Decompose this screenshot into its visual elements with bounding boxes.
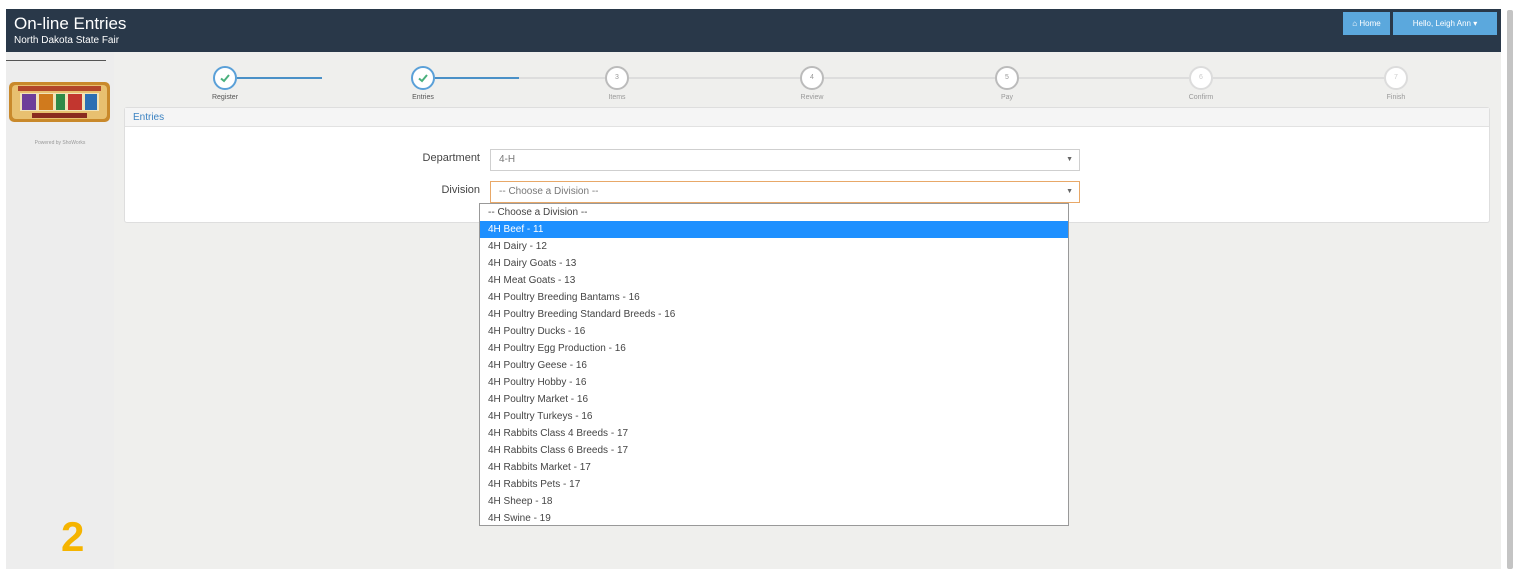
division-option[interactable]: 4H Poultry Breeding Bantams - 16 — [480, 289, 1068, 306]
step-confirm-indicator: 6 — [1189, 66, 1213, 90]
step-register-label: Register — [211, 94, 239, 101]
step-entries-label: Entries — [412, 94, 434, 101]
step-connector — [1213, 77, 1384, 79]
step-review-label: Review — [800, 94, 824, 101]
step-connector — [1019, 77, 1189, 79]
division-select[interactable]: -- Choose a Division -- ▼ — [490, 181, 1080, 203]
department-label: Department — [422, 152, 480, 164]
division-value: -- Choose a Division -- — [499, 186, 599, 197]
app-title: On-line Entries — [14, 14, 127, 33]
division-option[interactable]: 4H Poultry Hobby - 16 — [480, 374, 1068, 391]
fair-logo — [9, 82, 110, 122]
check-icon — [220, 74, 230, 83]
step-entries-indicator — [411, 66, 435, 90]
home-button[interactable]: ⌂ Home — [1343, 12, 1390, 35]
panel-header: Entries — [125, 108, 1489, 127]
chevron-down-icon: ▼ — [1066, 188, 1073, 195]
division-option[interactable]: 4H Rabbits Class 6 Breeds - 17 — [480, 442, 1068, 459]
division-option[interactable]: 4H Poultry Egg Production - 16 — [480, 340, 1068, 357]
step-connector — [824, 77, 995, 79]
division-option[interactable]: 4H Rabbits Class 4 Breeds - 17 — [480, 425, 1068, 442]
step-register-indicator — [213, 66, 237, 90]
division-option[interactable]: 4H Swine - 19 — [480, 510, 1068, 525]
user-menu-button[interactable]: Hello, Leigh Ann ▾ — [1393, 12, 1497, 35]
step-number-annotation: 2 — [61, 513, 85, 560]
division-option[interactable]: 4H Poultry Ducks - 16 — [480, 323, 1068, 340]
division-option[interactable]: 4H Poultry Turkeys - 16 — [480, 408, 1068, 425]
step-pay-label: Pay — [1000, 94, 1014, 101]
step-finish-indicator: 7 — [1384, 66, 1408, 90]
division-dropdown-list: -- Choose a Division -- 4H Beef - 11 4H Da… — [479, 203, 1069, 526]
step-connector — [629, 77, 800, 79]
page-scrollbar[interactable] — [1507, 10, 1513, 569]
division-option[interactable]: 4H Poultry Geese - 16 — [480, 357, 1068, 374]
division-option[interactable]: -- Choose a Division -- — [480, 204, 1068, 221]
step-connector — [237, 77, 322, 79]
step-finish-label: Finish — [1386, 94, 1406, 101]
division-option[interactable]: 4H Sheep - 18 — [480, 493, 1068, 510]
step-connector — [519, 77, 605, 79]
division-option[interactable]: 4H Poultry Breeding Standard Breeds - 16 — [480, 306, 1068, 323]
sidebar: Powered by ShoWorks 2 — [6, 52, 114, 569]
top-header-bar: On-line Entries North Dakota State Fair … — [6, 9, 1501, 52]
division-label: Division — [441, 184, 480, 196]
division-option[interactable]: 4H Rabbits Pets - 17 — [480, 476, 1068, 493]
department-select[interactable]: 4-H ▼ — [490, 149, 1080, 171]
sidebar-divider — [6, 60, 106, 61]
division-option[interactable]: 4H Poultry Market - 16 — [480, 391, 1068, 408]
right-rail — [1501, 0, 1527, 569]
division-option[interactable]: 4H Meat Goats - 13 — [480, 272, 1068, 289]
panel-title: Entries — [133, 112, 165, 123]
powered-by-text: Powered by ShoWorks — [34, 140, 86, 146]
step-items-label: Items — [608, 94, 626, 101]
division-option[interactable]: 4H Dairy - 12 — [480, 238, 1068, 255]
step-pay-indicator: 5 — [995, 66, 1019, 90]
app-subtitle: North Dakota State Fair — [14, 35, 120, 46]
page: On-line Entries North Dakota State Fair … — [0, 0, 1527, 569]
division-option[interactable]: 4H Beef - 11 — [480, 221, 1068, 238]
step-review-indicator: 4 — [800, 66, 824, 90]
check-icon — [418, 74, 428, 83]
step-connector — [435, 77, 519, 79]
step-items-indicator: 3 — [605, 66, 629, 90]
step-confirm-label: Confirm — [1188, 94, 1214, 101]
chevron-down-icon: ▼ — [1066, 156, 1073, 163]
division-option[interactable]: 4H Dairy Goats - 13 — [480, 255, 1068, 272]
department-value: 4-H — [499, 154, 516, 165]
division-option[interactable]: 4H Rabbits Market - 17 — [480, 459, 1068, 476]
